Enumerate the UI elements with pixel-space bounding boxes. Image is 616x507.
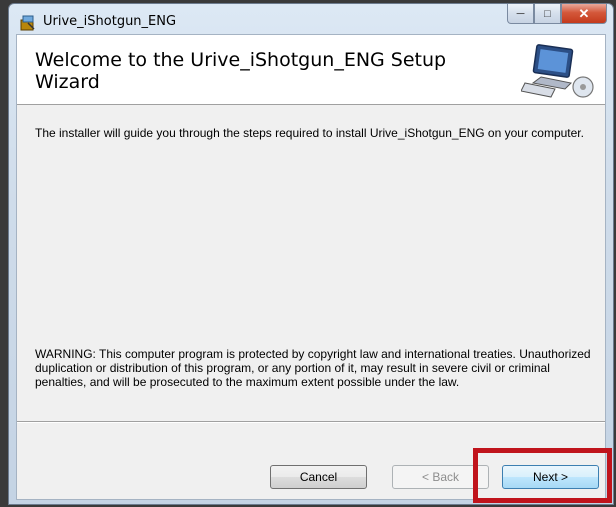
intro-text: The installer will guide you through the… xyxy=(35,126,584,140)
maximize-button[interactable]: □ xyxy=(534,4,561,24)
back-button[interactable]: < Back xyxy=(392,465,489,489)
caption-buttons: ─ □ ✕ xyxy=(507,4,607,24)
wizard-content: Welcome to the Urive_iShotgun_ENG Setup … xyxy=(16,34,606,500)
copyright-warning: WARNING: This computer program is protec… xyxy=(35,347,591,389)
minimize-button[interactable]: ─ xyxy=(507,4,534,24)
installer-icon xyxy=(20,15,35,31)
setup-wizard-window: Urive_iShotgun_ENG ─ □ ✕ Welcome to the … xyxy=(8,3,614,505)
wizard-banner: Welcome to the Urive_iShotgun_ENG Setup … xyxy=(17,35,605,105)
minimize-icon: ─ xyxy=(516,7,525,20)
window-title: Urive_iShotgun_ENG xyxy=(43,14,177,29)
separator xyxy=(17,421,605,423)
computer-setup-icon xyxy=(521,44,594,98)
cancel-button[interactable]: Cancel xyxy=(270,465,367,489)
next-button[interactable]: Next > xyxy=(502,465,599,489)
close-button[interactable]: ✕ xyxy=(561,4,607,24)
maximize-icon: □ xyxy=(544,7,551,20)
wizard-title: Welcome to the Urive_iShotgun_ENG Setup … xyxy=(35,49,447,93)
close-icon: ✕ xyxy=(578,5,590,21)
